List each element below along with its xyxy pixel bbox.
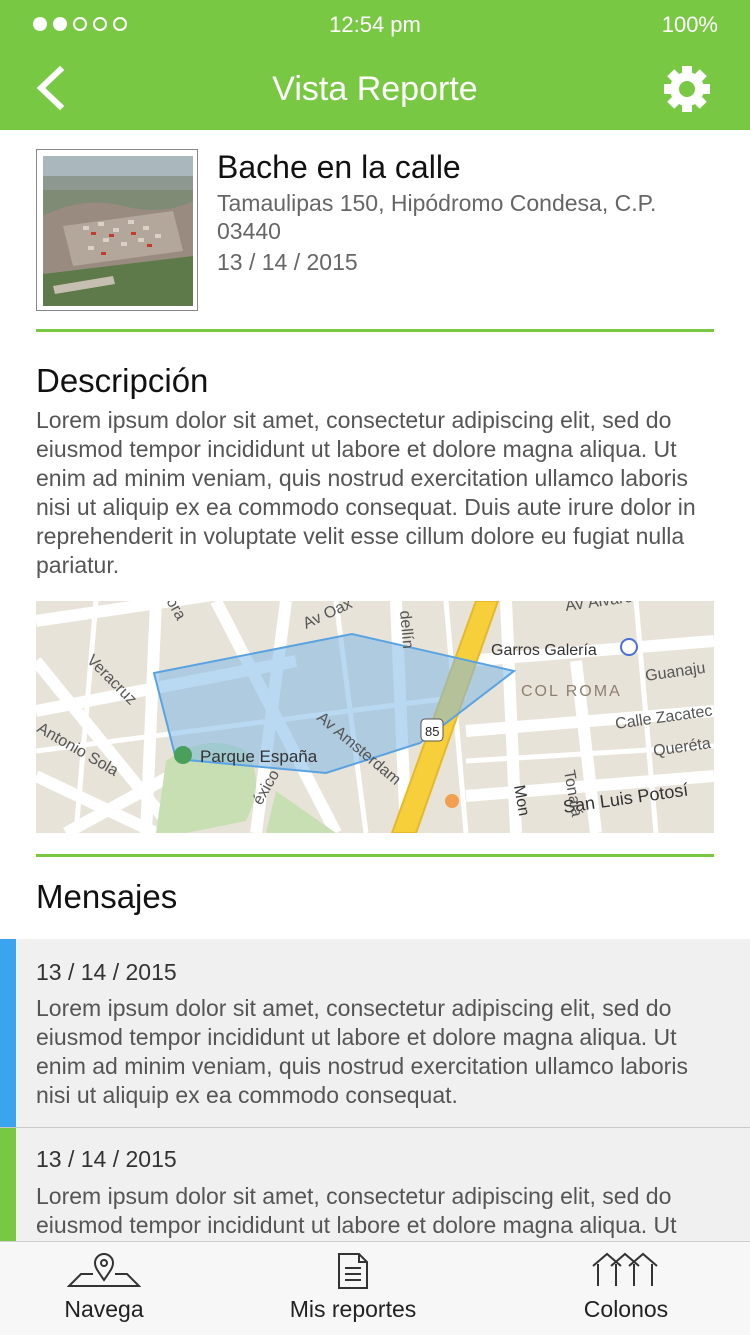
map-pin-icon [67, 1253, 141, 1287]
status-bar: 12:54 pm 100% [0, 0, 750, 52]
page-title: Vista Reporte [272, 70, 478, 108]
tab-mis-reportes[interactable]: Mis reportes [273, 1242, 433, 1335]
map-label: 85 [425, 724, 439, 739]
message-text: Lorem ipsum dolor sit amet, consectetur … [36, 995, 688, 1108]
nav-bar: Vista Reporte [0, 52, 750, 130]
status-battery: 100% [661, 12, 718, 37]
messages-heading: Mensajes [36, 878, 178, 915]
document-icon [338, 1253, 368, 1289]
gear-icon [664, 66, 710, 112]
section-divider [36, 854, 714, 857]
tab-bar: Navega Mis reportes Colonos [0, 1241, 750, 1335]
message-item[interactable]: 13 / 14 / 2015 Lorem ipsum dolor sit ame… [0, 1128, 750, 1241]
report-address: Tamaulipas 150, Hipódromo Condesa, C.P. … [217, 190, 657, 244]
tab-label: Navega [64, 1296, 144, 1322]
tab-colonos[interactable]: Colonos [556, 1242, 696, 1335]
description-heading: Descripción [36, 362, 209, 399]
map-label: COL ROMA [521, 683, 622, 700]
tab-label: Colonos [583, 1296, 669, 1322]
status-time: 12:54 pm [329, 12, 421, 37]
report-title: Bache en la calle [217, 149, 461, 185]
message-date: 13 / 14 / 2015 [36, 1146, 177, 1172]
message-accent-bar [0, 1128, 16, 1241]
map-label: dellín [396, 610, 416, 650]
description-text: Lorem ipsum dolor sit amet, consectetur … [36, 407, 696, 578]
settings-button[interactable] [662, 64, 712, 114]
map-label: Garros Galería [491, 642, 597, 659]
message-text: Lorem ipsum dolor sit amet, consectetur … [36, 1183, 677, 1238]
message-item[interactable]: 13 / 14 / 2015 Lorem ipsum dolor sit ame… [0, 939, 750, 1127]
houses-icon [592, 1252, 658, 1286]
message-accent-bar [0, 939, 16, 1127]
report-date: 13 / 14 / 2015 [217, 249, 358, 275]
report-map[interactable]: Av Oax Av Álvaro Obr Garros Galería COL … [36, 601, 714, 833]
aerial-city-photo [43, 156, 193, 306]
app-header: 12:54 pm 100% Vista Reporte [0, 0, 750, 130]
report-summary: Bache en la calle Tamaulipas 150, Hipódr… [36, 149, 714, 313]
section-divider [36, 329, 714, 332]
report-photo[interactable] [36, 149, 198, 311]
map-label: Parque España [200, 747, 318, 766]
tab-navega[interactable]: Navega [34, 1242, 174, 1335]
tab-label: Mis reportes [289, 1296, 417, 1322]
message-date: 13 / 14 / 2015 [36, 959, 177, 985]
